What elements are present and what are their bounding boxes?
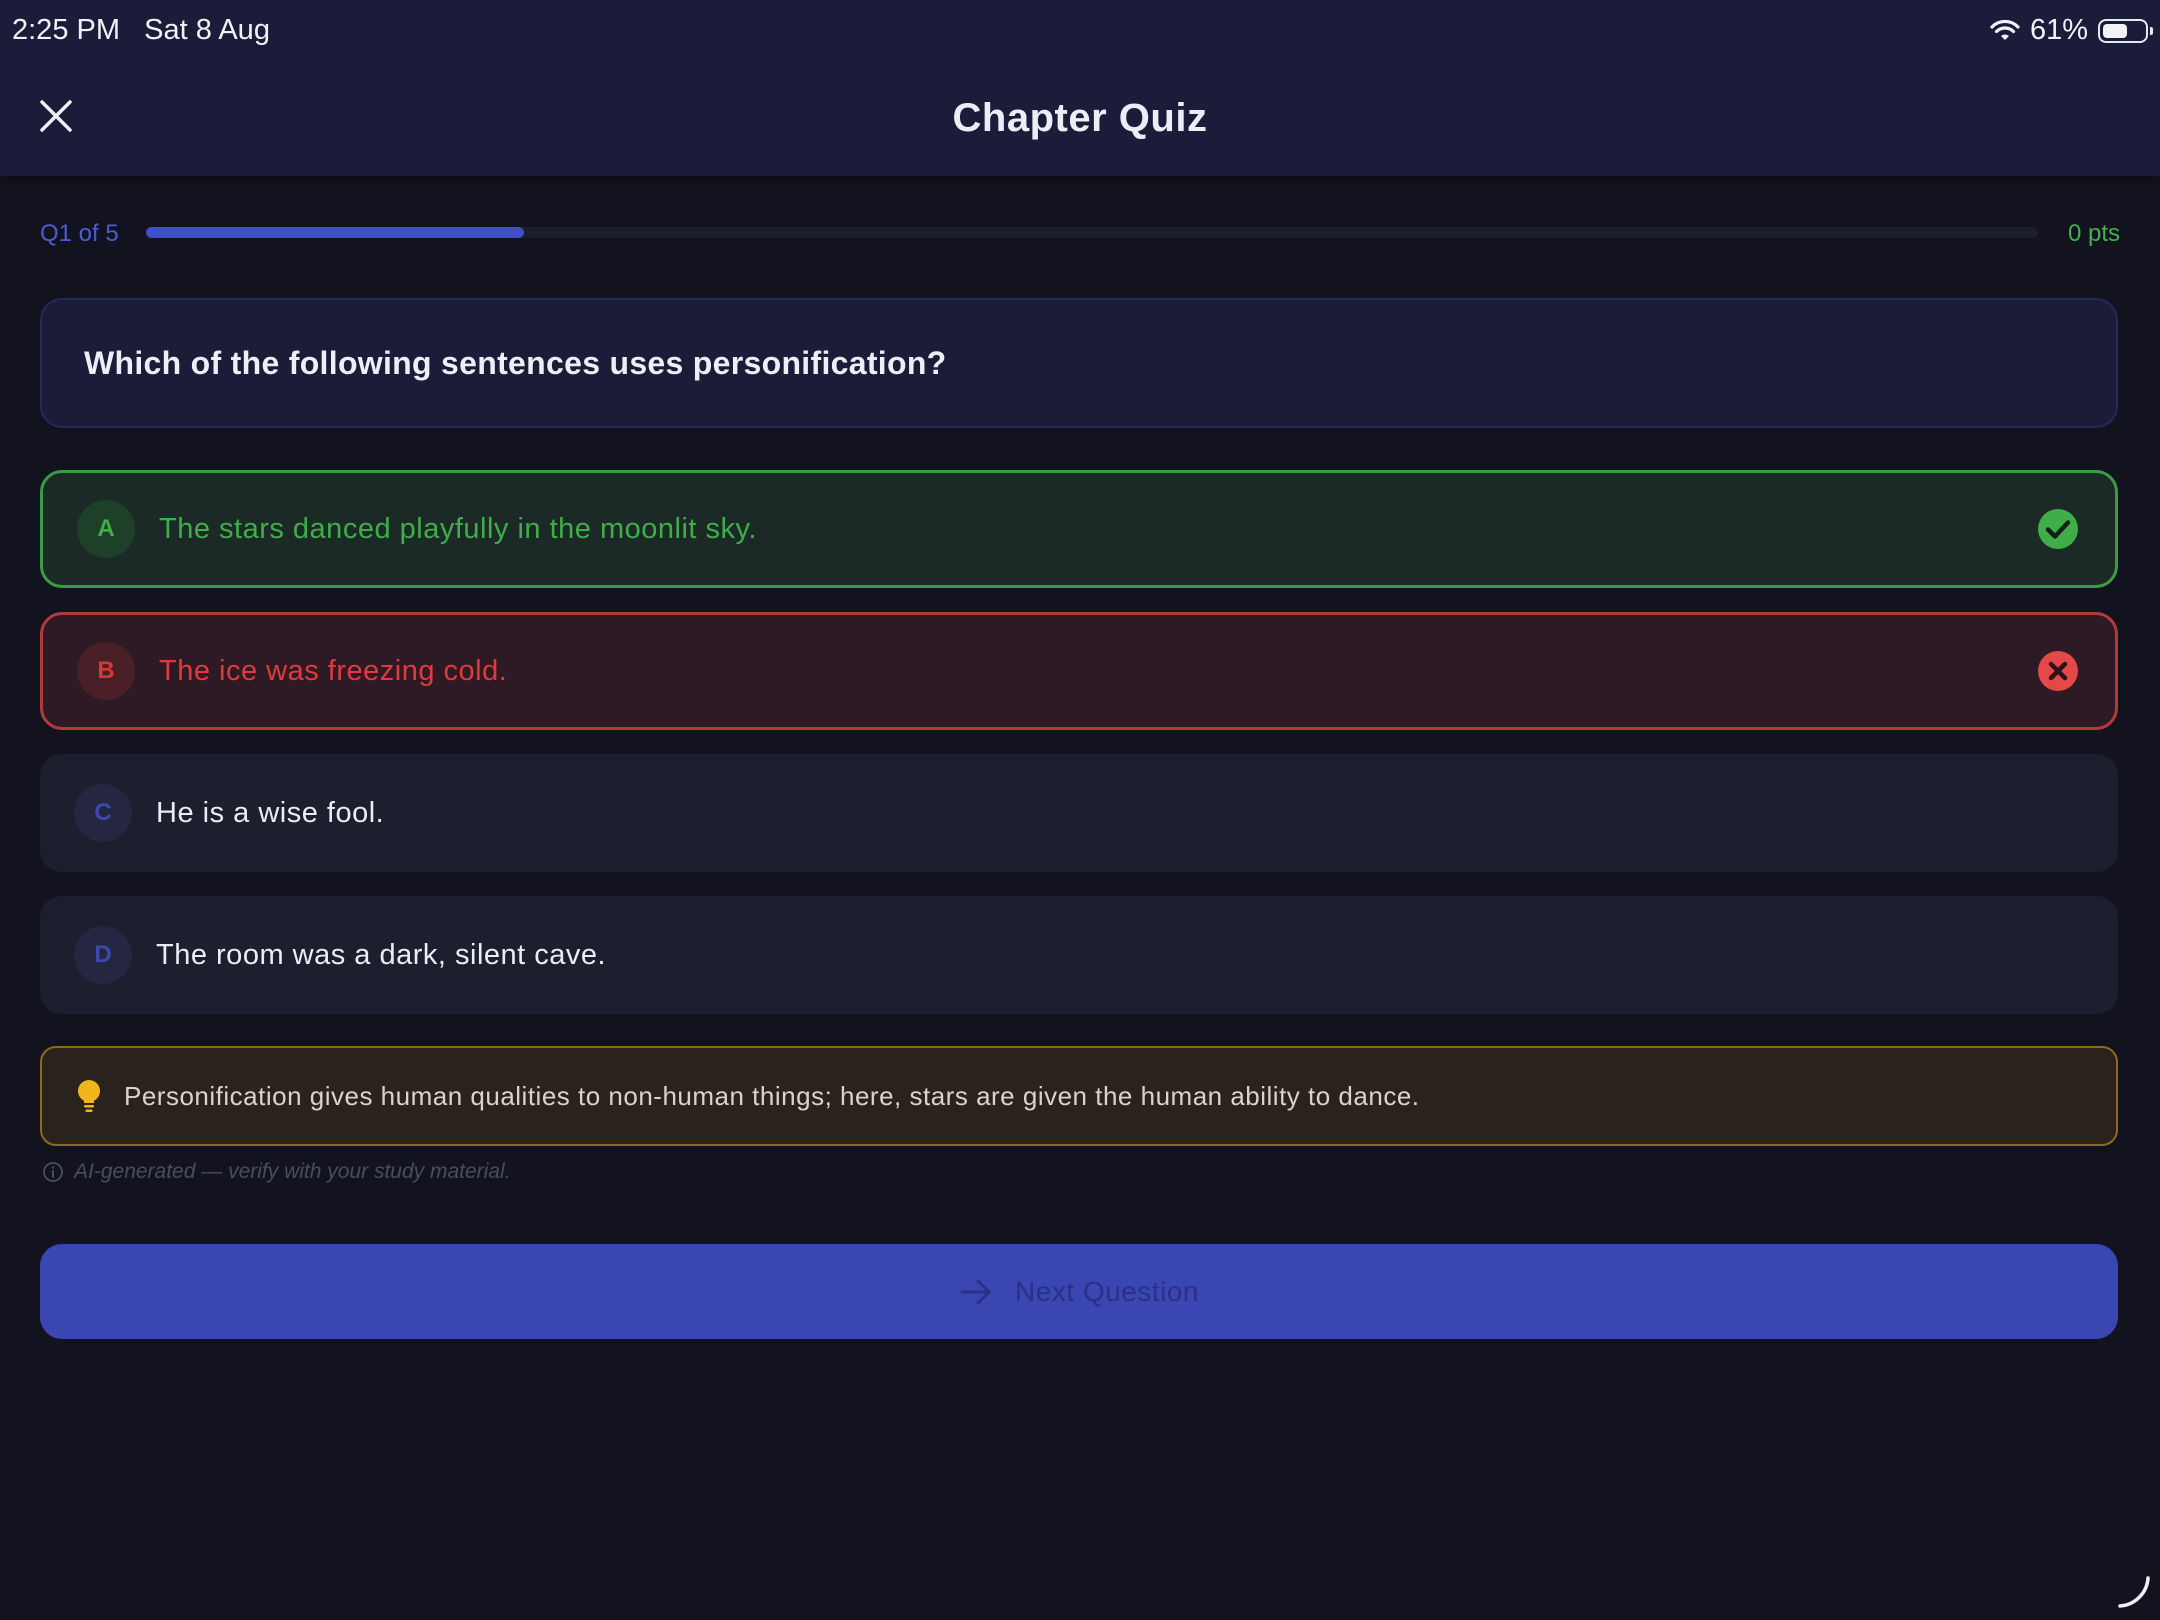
check-circle-icon [2038,509,2078,549]
wifi-icon [1990,19,2020,40]
points-counter: 0 pts [2067,220,2120,247]
option-letter: C [74,784,132,842]
battery-percent: 61% [2029,14,2088,46]
next-question-label: Next Question [1015,1275,1199,1307]
status-bar-right: 61% [1990,14,2153,47]
option-c[interactable]: C He is a wise fool. [40,754,2118,872]
disclaimer-text: AI-generated — verify with your study ma… [74,1160,511,1183]
question-text: Which of the following sentences uses pe… [84,344,947,381]
option-d[interactable]: D The room was a dark, silent cave. [40,896,2118,1014]
progress-bar [146,227,2038,238]
option-a[interactable]: A The stars danced playfully in the moon… [40,470,2118,588]
progress-bar-fill [146,227,525,238]
battery-icon [2098,18,2153,43]
scroll-indicator-icon [2118,1576,2150,1608]
option-text: The ice was freezing cold. [159,654,508,687]
explanation-card: Personification gives human qualities to… [40,1046,2118,1146]
option-b[interactable]: B The ice was freezing cold. [40,612,2118,730]
x-circle-icon [2038,651,2078,691]
app-header: 2:25 PM Sat 8 Aug 61% Chapter Quiz [0,0,2160,176]
question-counter: Q1 of 5 [40,220,119,247]
battery-level-fill [2103,23,2127,38]
option-letter: A [77,500,135,558]
option-text: The room was a dark, silent cave. [156,938,607,971]
question-card: Which of the following sentences uses pe… [40,298,2118,428]
status-time: 2:25 PM [12,14,120,46]
info-icon [43,1162,63,1182]
status-bar-time: 2:25 PM Sat 8 Aug [12,14,270,47]
page-title: Chapter Quiz [952,96,1208,140]
next-question-button[interactable]: Next Question [40,1244,2118,1339]
explanation-text: Personification gives human qualities to… [124,1080,1420,1111]
arrow-right-icon [960,1279,991,1304]
ai-disclaimer: AI-generated — verify with your study ma… [42,1160,511,1184]
option-text: He is a wise fool. [156,796,385,829]
option-letter: B [77,642,135,700]
option-text: The stars danced playfully in the moonli… [159,512,757,545]
lightbulb-icon [78,1080,100,1112]
option-letter: D [74,926,132,984]
status-date: Sat 8 Aug [144,14,270,46]
